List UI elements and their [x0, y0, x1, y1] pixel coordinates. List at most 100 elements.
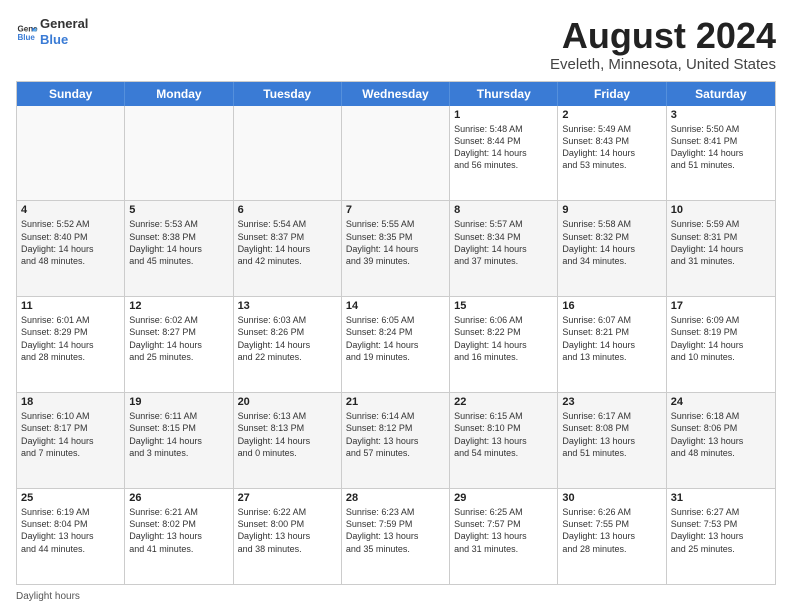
cell-info: Sunrise: 5:53 AM Sunset: 8:38 PM Dayligh… [129, 218, 228, 267]
cal-cell-20: 20Sunrise: 6:13 AM Sunset: 8:13 PM Dayli… [234, 393, 342, 488]
cell-info: Sunrise: 6:14 AM Sunset: 8:12 PM Dayligh… [346, 410, 445, 459]
cell-info: Sunrise: 6:21 AM Sunset: 8:02 PM Dayligh… [129, 506, 228, 555]
cal-cell-15: 15Sunrise: 6:06 AM Sunset: 8:22 PM Dayli… [450, 297, 558, 392]
header-day-tuesday: Tuesday [234, 82, 342, 106]
cell-info: Sunrise: 6:13 AM Sunset: 8:13 PM Dayligh… [238, 410, 337, 459]
day-number: 18 [21, 396, 120, 408]
header-day-saturday: Saturday [667, 82, 775, 106]
cal-cell-11: 11 Sunrise: 6:01 AM Sunset: 8:29 PM Dayli… [17, 297, 125, 392]
day-number: 12 [129, 300, 228, 312]
cal-cell-16: 16Sunrise: 6:07 AM Sunset: 8:21 PM Dayli… [558, 297, 666, 392]
title-block: August 2024 Eveleth, Minnesota, United S… [550, 16, 776, 73]
day-number: 30 [562, 492, 661, 504]
day-number: 27 [238, 492, 337, 504]
cal-cell-4: 4 Sunrise: 5:52 AM Sunset: 8:40 PM Daylig… [17, 201, 125, 296]
day-number: 13 [238, 300, 337, 312]
cell-info: Sunrise: 6:03 AM Sunset: 8:26 PM Dayligh… [238, 314, 337, 363]
day-number: 5 [129, 204, 228, 216]
day-number: 15 [454, 300, 553, 312]
cal-cell-1: 1 Sunrise: 5:48 AM Sunset: 8:44 PM Daylig… [450, 106, 558, 201]
day-number: 1 [454, 109, 553, 121]
cal-cell-22: 22Sunrise: 6:15 AM Sunset: 8:10 PM Dayli… [450, 393, 558, 488]
cell-info: Sunrise: 5:50 AM Sunset: 8:41 PM Dayligh… [671, 123, 771, 172]
cell-info: Sunrise: 5:48 AM Sunset: 8:44 PM Dayligh… [454, 123, 553, 172]
cell-info: Sunrise: 6:02 AM Sunset: 8:27 PM Dayligh… [129, 314, 228, 363]
cal-cell-14: 14 Sunrise: 6:05 AM Sunset: 8:24 PM Dayli… [342, 297, 450, 392]
cal-cell-18: 18 Sunrise: 6:10 AM Sunset: 8:17 PM Dayli… [17, 393, 125, 488]
calendar: SundayMondayTuesdayWednesdayThursdayFrid… [16, 81, 776, 585]
cal-cell-28: 28 Sunrise: 6:23 AM Sunset: 7:59 PM Dayli… [342, 489, 450, 584]
header-day-thursday: Thursday [450, 82, 558, 106]
cal-cell-31: 31Sunrise: 6:27 AM Sunset: 7:53 PM Dayli… [667, 489, 775, 584]
cell-info: Sunrise: 5:52 AM Sunset: 8:40 PM Dayligh… [21, 218, 120, 267]
calendar-row-1: 4 Sunrise: 5:52 AM Sunset: 8:40 PM Daylig… [17, 200, 775, 296]
cal-cell-6: 6 Sunrise: 5:54 AM Sunset: 8:37 PM Daylig… [234, 201, 342, 296]
day-number: 4 [21, 204, 120, 216]
cal-cell-27: 27 Sunrise: 6:22 AM Sunset: 8:00 PM Dayli… [234, 489, 342, 584]
cell-info: Sunrise: 6:11 AM Sunset: 8:15 PM Dayligh… [129, 410, 228, 459]
day-number: 26 [129, 492, 228, 504]
cal-cell-empty-0-0 [17, 106, 125, 201]
page: General Blue General Blue August 2024 Ev… [0, 0, 792, 612]
cal-cell-empty-0-3 [342, 106, 450, 201]
cal-cell-21: 21 Sunrise: 6:14 AM Sunset: 8:12 PM Dayli… [342, 393, 450, 488]
cal-cell-24: 24 Sunrise: 6:18 AM Sunset: 8:06 PM Dayli… [667, 393, 775, 488]
calendar-row-3: 18 Sunrise: 6:10 AM Sunset: 8:17 PM Dayli… [17, 392, 775, 488]
day-number: 19 [129, 396, 228, 408]
cell-info: Sunrise: 6:25 AM Sunset: 7:57 PM Dayligh… [454, 506, 553, 555]
calendar-row-0: 1 Sunrise: 5:48 AM Sunset: 8:44 PM Daylig… [17, 106, 775, 201]
logo-general: General [40, 16, 88, 32]
day-number: 9 [562, 204, 661, 216]
day-number: 2 [562, 109, 661, 121]
cal-cell-empty-0-1 [125, 106, 233, 201]
subtitle: Eveleth, Minnesota, United States [550, 56, 776, 73]
cell-info: Sunrise: 5:57 AM Sunset: 8:34 PM Dayligh… [454, 218, 553, 267]
header-day-friday: Friday [558, 82, 666, 106]
calendar-row-2: 11 Sunrise: 6:01 AM Sunset: 8:29 PM Dayli… [17, 296, 775, 392]
day-number: 22 [454, 396, 553, 408]
cell-info: Sunrise: 6:23 AM Sunset: 7:59 PM Dayligh… [346, 506, 445, 555]
header: General Blue General Blue August 2024 Ev… [16, 16, 776, 73]
day-number: 8 [454, 204, 553, 216]
cal-cell-9: 9 Sunrise: 5:58 AM Sunset: 8:32 PM Daylig… [558, 201, 666, 296]
cell-info: Sunrise: 6:05 AM Sunset: 8:24 PM Dayligh… [346, 314, 445, 363]
cell-info: Sunrise: 5:54 AM Sunset: 8:37 PM Dayligh… [238, 218, 337, 267]
day-number: 21 [346, 396, 445, 408]
cal-cell-17: 17Sunrise: 6:09 AM Sunset: 8:19 PM Dayli… [667, 297, 775, 392]
day-number: 16 [562, 300, 661, 312]
day-number: 23 [562, 396, 661, 408]
cal-cell-26: 26 Sunrise: 6:21 AM Sunset: 8:02 PM Dayli… [125, 489, 233, 584]
calendar-body: 1 Sunrise: 5:48 AM Sunset: 8:44 PM Daylig… [17, 106, 775, 584]
cal-cell-empty-0-2 [234, 106, 342, 201]
cell-info: Sunrise: 6:22 AM Sunset: 8:00 PM Dayligh… [238, 506, 337, 555]
cal-cell-29: 29 Sunrise: 6:25 AM Sunset: 7:57 PM Dayli… [450, 489, 558, 584]
day-number: 11 [21, 300, 120, 312]
header-day-monday: Monday [125, 82, 233, 106]
day-number: 6 [238, 204, 337, 216]
cell-info: Sunrise: 6:26 AM Sunset: 7:55 PM Dayligh… [562, 506, 661, 555]
day-number: 10 [671, 204, 771, 216]
day-number: 24 [671, 396, 771, 408]
logo: General Blue General Blue [16, 16, 88, 47]
footer-text: Daylight hours [16, 591, 80, 602]
header-day-sunday: Sunday [17, 82, 125, 106]
cal-cell-8: 8 Sunrise: 5:57 AM Sunset: 8:34 PM Daylig… [450, 201, 558, 296]
day-number: 28 [346, 492, 445, 504]
day-number: 14 [346, 300, 445, 312]
cell-info: Sunrise: 6:10 AM Sunset: 8:17 PM Dayligh… [21, 410, 120, 459]
cell-info: Sunrise: 5:59 AM Sunset: 8:31 PM Dayligh… [671, 218, 771, 267]
cal-cell-10: 10 Sunrise: 5:59 AM Sunset: 8:31 PM Dayli… [667, 201, 775, 296]
day-number: 31 [671, 492, 771, 504]
cal-cell-5: 5 Sunrise: 5:53 AM Sunset: 8:38 PM Daylig… [125, 201, 233, 296]
day-number: 29 [454, 492, 553, 504]
cell-info: Sunrise: 5:49 AM Sunset: 8:43 PM Dayligh… [562, 123, 661, 172]
day-number: 25 [21, 492, 120, 504]
calendar-row-4: 25 Sunrise: 6:19 AM Sunset: 8:04 PM Dayli… [17, 488, 775, 584]
cell-info: Sunrise: 6:01 AM Sunset: 8:29 PM Dayligh… [21, 314, 120, 363]
cell-info: Sunrise: 5:58 AM Sunset: 8:32 PM Dayligh… [562, 218, 661, 267]
cell-info: Sunrise: 6:18 AM Sunset: 8:06 PM Dayligh… [671, 410, 771, 459]
cal-cell-13: 13 Sunrise: 6:03 AM Sunset: 8:26 PM Dayli… [234, 297, 342, 392]
day-number: 7 [346, 204, 445, 216]
header-day-wednesday: Wednesday [342, 82, 450, 106]
cell-info: Sunrise: 6:19 AM Sunset: 8:04 PM Dayligh… [21, 506, 120, 555]
